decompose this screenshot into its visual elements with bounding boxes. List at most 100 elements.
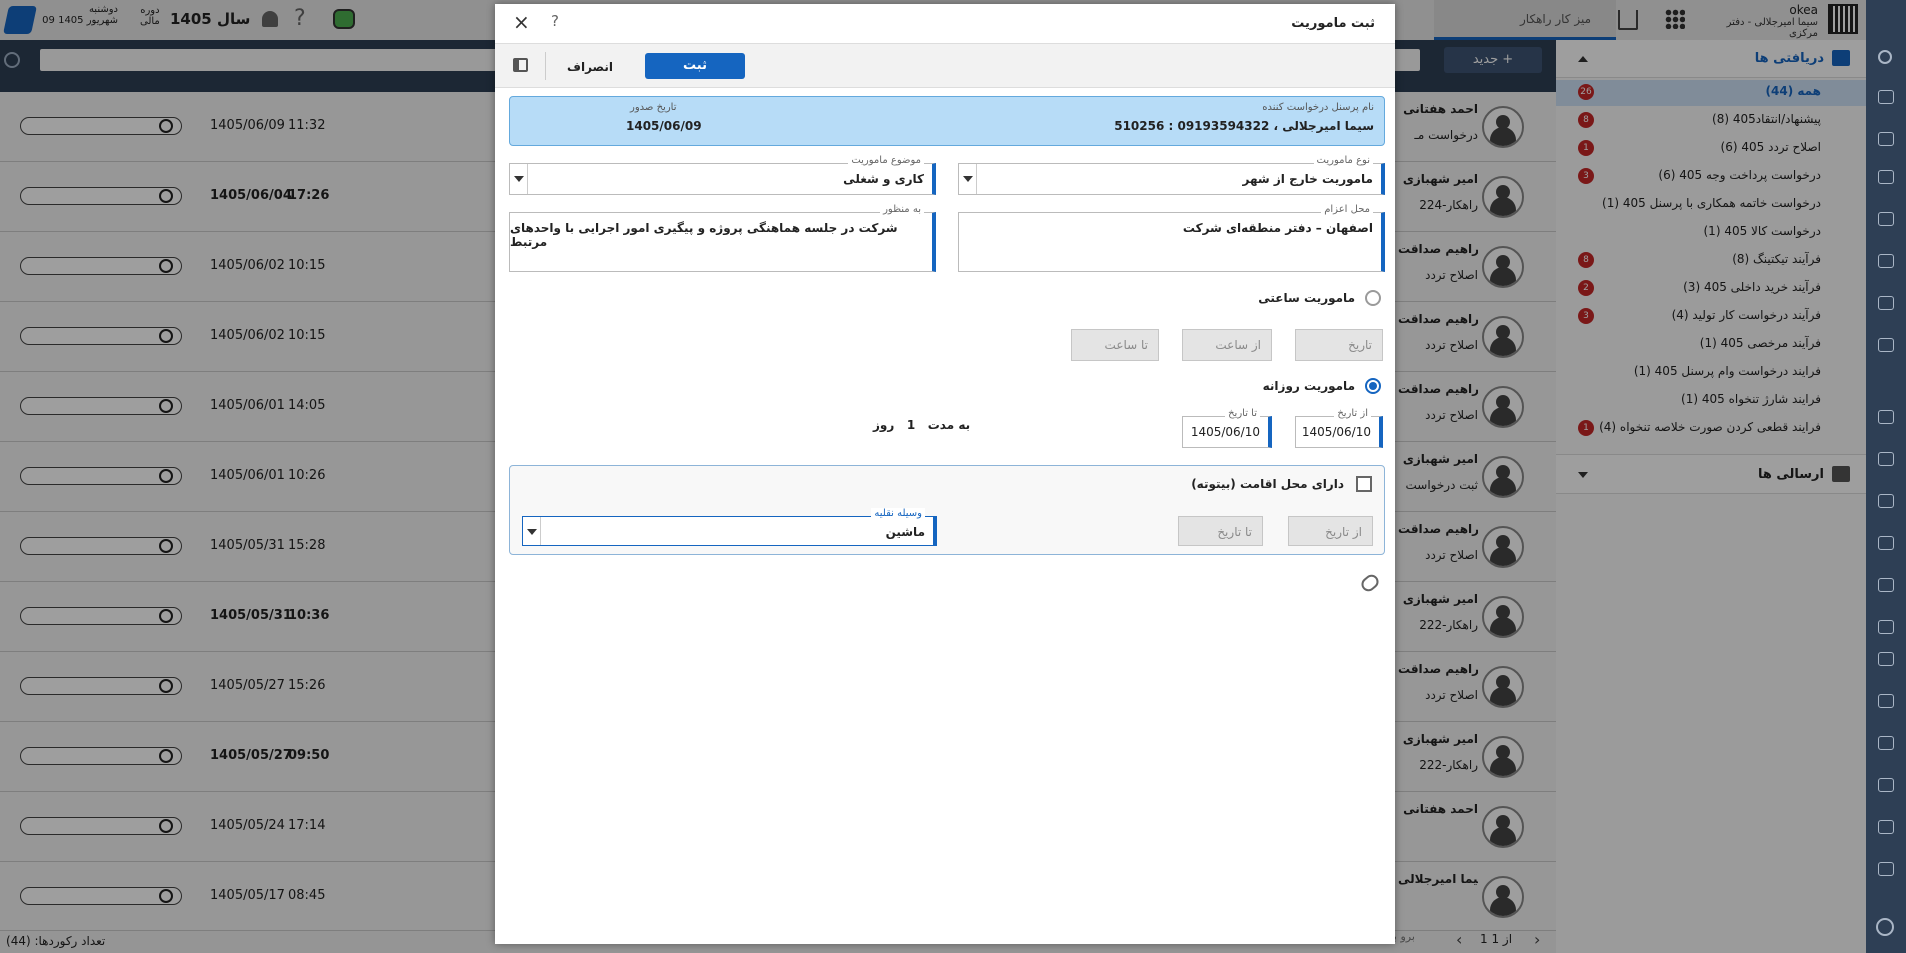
bot-icon[interactable] <box>333 9 355 29</box>
warehouse-icon[interactable] <box>1878 578 1894 592</box>
help-icon[interactable]: ? <box>294 6 306 31</box>
avatar <box>1482 806 1524 848</box>
forms-icon[interactable] <box>1878 170 1894 184</box>
cart-icon[interactable] <box>1878 620 1894 634</box>
folder-item[interactable]: فرایند قطعی کردن صورت خلاصه تنخواه (4) <box>1599 420 1821 434</box>
collapse-up-icon[interactable] <box>1578 56 1588 62</box>
period-label-2: مالی <box>140 16 160 27</box>
timer-icon <box>159 119 173 133</box>
attachment-icon[interactable] <box>1358 571 1382 595</box>
search-icon[interactable] <box>1878 50 1892 64</box>
report-icon[interactable] <box>1878 694 1894 708</box>
edit-icon[interactable] <box>1878 410 1894 424</box>
tools-icon[interactable] <box>1878 736 1894 750</box>
refresh-icon[interactable] <box>4 52 20 68</box>
unread-badge: 3 <box>1578 168 1594 184</box>
folder-item[interactable]: همه (44) <box>1766 84 1822 98</box>
fiscal-year[interactable]: سال 1405 <box>170 10 250 28</box>
chevron-down-icon[interactable] <box>959 164 977 194</box>
folder-item[interactable]: فرآیند تیکتینگ (8) <box>1732 252 1821 266</box>
row-subject: درخواست مـ <box>1414 128 1478 142</box>
expand-down-icon[interactable] <box>1578 472 1588 478</box>
documents-icon[interactable] <box>1878 90 1894 104</box>
finance-icon[interactable] <box>1878 452 1894 466</box>
progress-bar <box>20 467 182 485</box>
inbox-icon <box>1832 50 1850 66</box>
row-time: 10:36 <box>288 608 330 623</box>
timer-icon <box>159 749 173 763</box>
folder-panel: دریافتی ها همه (44) 26 پیشنهاد/انتقاد405 (… <box>1556 40 1866 953</box>
inventory-icon[interactable] <box>1878 652 1894 666</box>
new-button-label: جدید <box>1472 52 1499 67</box>
row-time: 09:50 <box>288 748 330 763</box>
from-date-input[interactable]: از تاریخ 1405/06/10 <box>1295 408 1383 448</box>
accommodation-checkbox[interactable] <box>1356 476 1372 492</box>
hourly-to-input[interactable]: تا ساعت <box>1071 329 1159 361</box>
row-sender: ابراهیم صداقت <box>1398 522 1478 536</box>
chart-icon[interactable] <box>1878 778 1894 792</box>
lock-icon[interactable] <box>1878 862 1894 876</box>
folder-item[interactable]: فرایند درخواست وام پرسنل 405 (1) <box>1634 364 1821 378</box>
new-button[interactable]: جدید + <box>1444 47 1542 73</box>
home-icon[interactable] <box>1618 10 1638 30</box>
to-date-input[interactable]: تا تاریخ 1405/06/10 <box>1182 408 1272 448</box>
app-logo[interactable] <box>3 6 37 34</box>
goto-input[interactable]: برو به <box>1388 930 1438 950</box>
timer-icon <box>159 399 173 413</box>
folder-item[interactable]: فرایند شارژ تنخواه 405 (1) <box>1681 392 1821 406</box>
row-subject: 222-راهکار <box>1419 618 1478 632</box>
acc-from-date-input[interactable]: از تاریخ <box>1288 516 1373 546</box>
chevron-down-icon[interactable] <box>523 517 541 545</box>
apps-grid-icon[interactable] <box>1665 9 1685 29</box>
globe-icon[interactable] <box>1876 918 1894 936</box>
chevron-down-icon[interactable] <box>510 164 528 194</box>
row-sender: ابراهیم صداقت <box>1398 662 1478 676</box>
timer-icon <box>159 259 173 273</box>
acc-to-date-input[interactable]: تا تاریخ <box>1178 516 1263 546</box>
tasks-icon[interactable] <box>1878 296 1894 310</box>
row-date: 1405/06/01 <box>210 468 285 483</box>
user-desk-icon[interactable] <box>1878 536 1894 550</box>
folder-item[interactable]: فرآیند درخواست کار تولید (4) <box>1672 308 1821 322</box>
daily-radio[interactable] <box>1365 378 1381 394</box>
day-label: دوشنبه <box>88 4 118 15</box>
cancel-button[interactable]: انصراف <box>559 54 621 80</box>
folder-item[interactable]: اصلاح تردد 405 (6) <box>1721 140 1821 154</box>
org-chart-icon[interactable] <box>1878 820 1894 834</box>
progress-bar <box>20 117 182 135</box>
mail-icon[interactable] <box>1878 132 1894 146</box>
timer-icon <box>159 329 173 343</box>
close-icon[interactable]: × <box>513 10 530 34</box>
folder-item[interactable]: فرآیند خرید داخلی 405 (3) <box>1683 280 1821 294</box>
outbox-title: ارسالی ها <box>1757 467 1824 482</box>
mission-subject-select[interactable]: موضوع ماموریت کاری و شغلی <box>509 155 936 195</box>
panel-toggle-icon[interactable] <box>513 58 528 72</box>
folder-item[interactable]: پیشنهاد/انتقاد405 (8) <box>1712 112 1821 126</box>
folder-item[interactable]: درخواست خاتمه همکاری با پرسنل 405 (1) <box>1602 196 1821 210</box>
folder-item[interactable]: درخواست پرداخت وجه 405 (6) <box>1658 168 1821 182</box>
row-date: 1405/06/01 <box>210 398 285 413</box>
date-label: 09 شهریور 1405 <box>42 15 118 26</box>
monitor-icon[interactable] <box>1878 494 1894 508</box>
row-subject: 224-راهکار <box>1419 198 1478 212</box>
mission-type-select[interactable]: نوع ماموریت ماموریت خارج از شهر <box>958 155 1385 195</box>
row-time: 17:14 <box>288 818 326 833</box>
destination-field[interactable]: محل اعزام اصفهان – دفتر منطقه‌ای شرکت <box>958 204 1385 272</box>
qr-avatar[interactable] <box>1828 4 1858 34</box>
folder-item[interactable]: درخواست کالا 405 (1) <box>1703 224 1821 238</box>
duration-prefix: به مدت <box>927 418 971 432</box>
person-card-icon[interactable] <box>1878 254 1894 268</box>
vehicle-select[interactable]: وسیله نقلیه ماشین <box>522 508 937 546</box>
hourly-from-input[interactable]: از ساعت <box>1182 329 1272 361</box>
bell-icon[interactable] <box>262 11 278 27</box>
purpose-field[interactable]: به منظور شرکت در جلسه هماهنگی پروژه و پی… <box>509 204 936 272</box>
next-page-icon[interactable]: › <box>1534 930 1540 949</box>
archive-icon[interactable] <box>1878 338 1894 352</box>
hourly-date-input[interactable]: تاریخ <box>1295 329 1383 361</box>
folder-item[interactable]: فرآیند مرخصی 405 (1) <box>1700 336 1821 350</box>
id-card-icon[interactable] <box>1878 212 1894 226</box>
help-icon[interactable]: ? <box>551 12 559 30</box>
prev-page-icon[interactable]: ‹ <box>1456 930 1462 949</box>
hourly-radio[interactable] <box>1365 290 1381 306</box>
submit-button[interactable]: ثبت <box>645 53 745 79</box>
